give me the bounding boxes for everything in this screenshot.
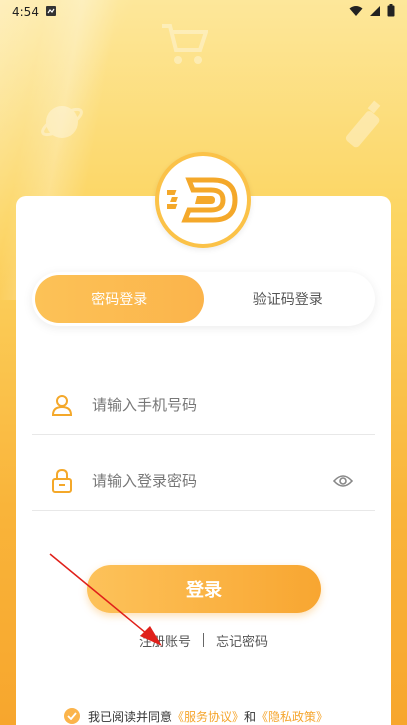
notification-icon: [45, 5, 57, 20]
battery-icon: [387, 4, 395, 20]
planet-icon: [40, 100, 84, 148]
login-mode-tabs: 密码登录 验证码登录: [32, 272, 375, 326]
logo-icon: [167, 177, 238, 223]
service-agreement-link[interactable]: 《服务协议》: [172, 708, 244, 725]
tab-code-login[interactable]: 验证码登录: [204, 275, 373, 323]
register-link[interactable]: 注册账号: [139, 631, 191, 650]
wifi-icon: [349, 5, 363, 20]
eye-icon[interactable]: [331, 469, 355, 493]
status-bar: 4:54: [0, 0, 407, 24]
account-links: 注册账号 忘记密码: [0, 630, 407, 650]
agree-checkbox[interactable]: [64, 708, 80, 724]
phone-input[interactable]: [92, 395, 375, 414]
tab-password-login[interactable]: 密码登录: [35, 275, 204, 323]
app-logo: [155, 152, 251, 248]
password-input[interactable]: [92, 471, 331, 490]
agreement-and: 和: [244, 709, 257, 724]
signal-icon: [369, 5, 381, 20]
link-divider: [203, 633, 204, 647]
password-field-row: [32, 451, 375, 511]
phone-field-row: [32, 375, 375, 435]
privacy-policy-link[interactable]: 《隐私政策》: [256, 708, 328, 725]
check-icon: [67, 712, 77, 720]
lock-icon: [50, 468, 74, 493]
agreement-row: 我已阅读并同意 《服务协议》 和 《隐私政策》: [64, 706, 328, 725]
status-time: 4:54: [12, 5, 39, 19]
forgot-password-link[interactable]: 忘记密码: [216, 631, 268, 650]
bottle-icon: [340, 100, 388, 156]
agreement-prefix: 我已阅读并同意: [88, 709, 173, 724]
cart-icon: [160, 22, 209, 70]
login-button[interactable]: 登录: [87, 565, 321, 613]
user-icon: [50, 393, 74, 417]
